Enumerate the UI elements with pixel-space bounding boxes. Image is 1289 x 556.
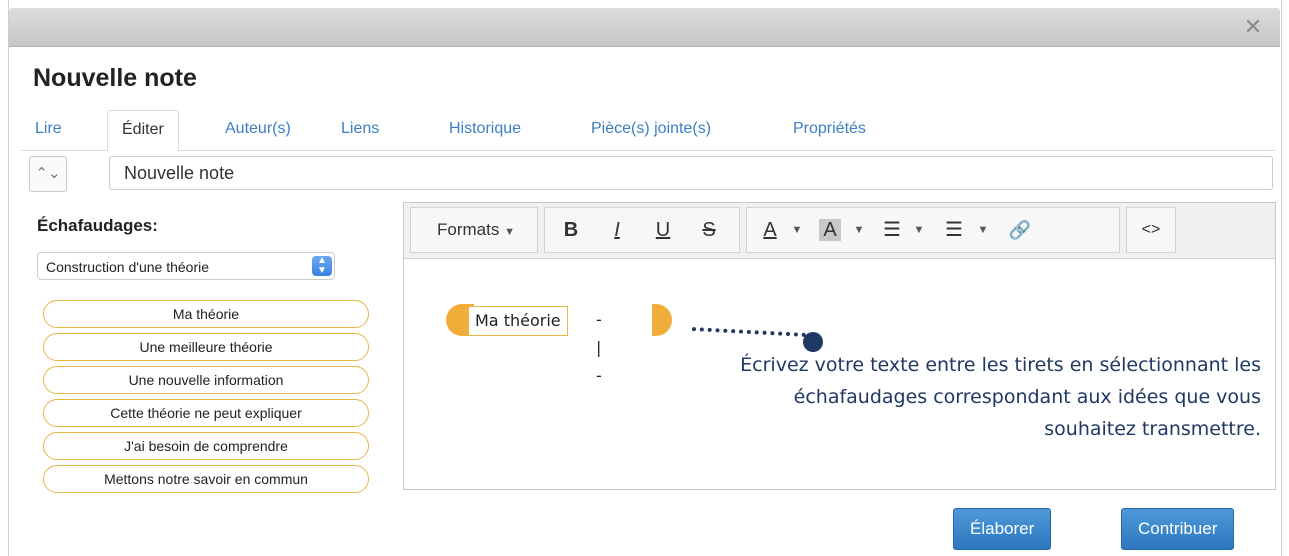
background-color-button[interactable]: A	[819, 219, 841, 241]
tab-auteurs[interactable]: Auteur(s)	[225, 110, 291, 148]
reorder-stepper-icon[interactable]: ⌃⌄	[29, 156, 67, 192]
underline-button[interactable]: U	[643, 208, 683, 252]
rich-text-editor: Formats ▼ B I U S A ▼ A ▼ ☰ ▼ ☰ ▼ 🔗 <> M…	[403, 202, 1276, 490]
note-title-input[interactable]	[109, 156, 1273, 190]
callout-leader	[691, 327, 806, 337]
scaffold-button[interactable]: J'ai besoin de comprendre	[43, 432, 369, 460]
tab-lire[interactable]: Lire	[35, 110, 62, 148]
tab-editer[interactable]: Éditer	[107, 110, 179, 152]
close-icon[interactable]: ✕	[1242, 16, 1264, 38]
tab-proprietes[interactable]: Propriétés	[793, 110, 866, 148]
formats-group: Formats ▼	[410, 207, 538, 253]
callout-note: Écrivez votre texte entre les tirets en …	[740, 354, 1261, 440]
tab-historique[interactable]: Historique	[449, 110, 521, 148]
link-icon[interactable]: 🔗	[1003, 208, 1037, 252]
chevron-down-icon[interactable]: ▼	[849, 208, 869, 252]
scaffold-tag-label: Ma théorie	[468, 306, 568, 336]
numbered-list-icon[interactable]: ☰	[937, 208, 971, 252]
tab-pieces-jointes[interactable]: Pièce(s) jointe(s)	[591, 110, 711, 148]
contribuer-button[interactable]: Contribuer	[1121, 508, 1235, 550]
strikethrough-button[interactable]: S	[689, 208, 729, 252]
scaffold-button[interactable]: Une nouvelle information	[43, 366, 369, 394]
scaffold-list: Ma théorie Une meilleure théorie Une nou…	[43, 300, 369, 498]
dialog-titlebar[interactable]: ✕	[9, 8, 1280, 47]
color-list-group: A ▼ A ▼ ☰ ▼ ☰ ▼ 🔗	[746, 207, 1120, 253]
italic-button[interactable]: I	[597, 208, 637, 252]
editor-content[interactable]: Ma théorie - | - Écrivez votre texte ent…	[404, 259, 1275, 489]
editor-toolbar: Formats ▼ B I U S A ▼ A ▼ ☰ ▼ ☰ ▼ 🔗 <>	[404, 203, 1275, 259]
elaborer-button[interactable]: Élaborer	[953, 508, 1052, 550]
formats-dropdown[interactable]: Formats ▼	[421, 208, 531, 252]
chevron-down-icon[interactable]: ▼	[787, 208, 807, 252]
tab-bar: Lire Éditer Auteur(s) Liens Historique P…	[21, 110, 1276, 152]
chevron-down-icon[interactable]: ▼	[909, 208, 929, 252]
chevron-down-icon: ▼	[504, 226, 515, 238]
formats-label: Formats	[437, 220, 500, 239]
scaffold-button[interactable]: Mettons notre savoir en commun	[43, 465, 369, 493]
scaffold-button[interactable]: Une meilleure théorie	[43, 333, 369, 361]
bold-button[interactable]: B	[551, 208, 591, 252]
code-group: <>	[1126, 207, 1176, 253]
scaffold-tag-end	[652, 304, 672, 336]
note-dialog: ✕ Nouvelle note Lire Éditer Auteur(s) Li…	[8, 0, 1282, 556]
style-group: B I U S	[544, 207, 740, 253]
text-color-button[interactable]: A	[753, 208, 787, 252]
scaffold-text-slot[interactable]: - | -	[596, 306, 602, 385]
chevron-updown-icon: ▲ ▼	[312, 256, 332, 276]
page-title: Nouvelle note	[33, 64, 197, 92]
tab-liens[interactable]: Liens	[341, 110, 379, 148]
scaffold-button[interactable]: Ma théorie	[43, 300, 369, 328]
scaffold-button[interactable]: Cette théorie ne peut expliquer	[43, 399, 369, 427]
bullet-list-icon[interactable]: ☰	[875, 208, 909, 252]
source-code-button[interactable]: <>	[1131, 208, 1171, 252]
scaffold-select[interactable]: Construction d'une théorie ▲ ▼	[37, 252, 335, 280]
scaffold-select-value: Construction d'une théorie	[46, 259, 209, 275]
chevron-down-icon[interactable]: ▼	[973, 208, 993, 252]
scaffolds-label: Échafaudages:	[37, 216, 158, 235]
